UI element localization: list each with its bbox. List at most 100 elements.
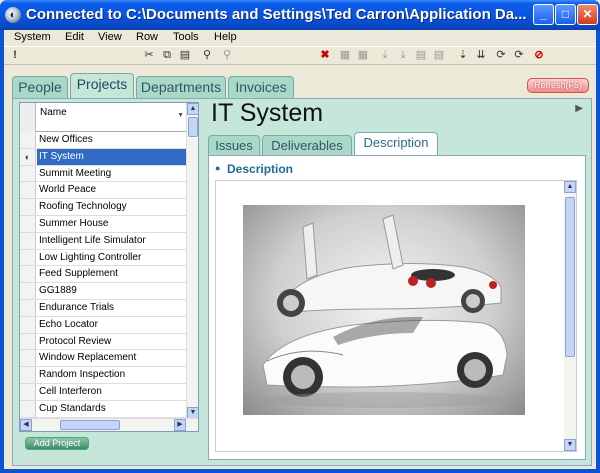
grid-icon[interactable]: ▦ [338, 48, 352, 62]
scroll-up-icon[interactable]: ▲ [187, 103, 198, 115]
filter-icon[interactable]: ⇊ [474, 48, 488, 62]
list-item[interactable]: ◐ IT System [20, 148, 187, 166]
list-item[interactable]: Cell Interferon [20, 383, 187, 401]
list-item[interactable]: Cup Standards [20, 400, 187, 418]
menu-system[interactable]: System [14, 31, 51, 43]
projects-list[interactable]: Name ▼ New Offices ◐ IT System Summit Meeti… [19, 102, 199, 432]
row-gutter[interactable] [20, 283, 36, 299]
list-item[interactable]: Protocol Review [20, 333, 187, 351]
maximize-button[interactable]: □ [555, 4, 576, 25]
close-button[interactable]: ✕ [577, 4, 598, 25]
pin-disabled-icon[interactable]: ⚲ [220, 48, 234, 62]
refresh-cycle-alt-icon[interactable]: ⟳ [512, 48, 526, 62]
menu-view[interactable]: View [98, 31, 122, 43]
tab-description[interactable]: Description [354, 132, 438, 155]
list-item[interactable]: Feed Supplement [20, 266, 187, 284]
description-scroll-up-icon[interactable]: ▲ [564, 181, 576, 193]
list-item-label: Protocol Review [39, 335, 112, 347]
tab-departments[interactable]: Departments [136, 76, 226, 98]
list-item[interactable]: Random Inspection [20, 367, 187, 384]
tab-issues[interactable]: Issues [208, 135, 260, 155]
row-gutter[interactable] [20, 383, 36, 400]
list-item[interactable]: Window Replacement [20, 350, 187, 368]
menu-edit[interactable]: Edit [65, 31, 84, 43]
row-gutter[interactable] [20, 350, 36, 367]
description-scroll-thumb[interactable] [565, 197, 575, 357]
list-item[interactable]: Summit Meeting [20, 165, 187, 183]
description-content[interactable]: ▲ ▼ [215, 180, 577, 452]
list-item[interactable]: GG1889 [20, 283, 187, 300]
list-item[interactable]: Low Lighting Controller [20, 249, 187, 267]
row-gutter[interactable] [20, 132, 36, 148]
list-item[interactable]: New Offices [20, 132, 187, 149]
row-gutter[interactable] [20, 333, 36, 350]
row-gutter[interactable] [20, 215, 36, 232]
list-item[interactable]: Intelligent Life Simulator [20, 232, 187, 250]
no-link-icon[interactable]: ⊘ [532, 48, 546, 62]
table-icon[interactable]: ▤ [414, 48, 428, 62]
list-header[interactable]: Name ▼ [20, 103, 187, 132]
scroll-left-icon[interactable]: ◀ [20, 419, 32, 431]
row-gutter[interactable] [20, 165, 36, 182]
list-horizontal-scrollbar[interactable]: ◀ ▶ [20, 418, 198, 431]
list-rows: New Offices ◐ IT System Summit Meeting World… [20, 132, 187, 418]
list-item-label: Low Lighting Controller [39, 251, 142, 263]
refresh-cycle-icon[interactable]: ⟳ [494, 48, 508, 62]
scroll-thumb[interactable] [188, 117, 198, 137]
exclamation-icon[interactable]: ! [8, 48, 22, 62]
pin-icon[interactable]: ⚲ [200, 48, 214, 62]
menu-row[interactable]: Row [136, 31, 158, 43]
list-item-label: Summit Meeting [39, 167, 112, 179]
projects-panel: Name ▼ New Offices ◐ IT System Summit Meeti… [12, 98, 592, 466]
row-gutter[interactable] [20, 299, 36, 316]
list-vertical-scrollbar[interactable]: ▲ ▼ [186, 103, 198, 419]
description-vertical-scrollbar[interactable]: ▲ ▼ [564, 181, 576, 451]
header-gutter [20, 103, 36, 132]
expand-arrow-icon[interactable]: ▶ [575, 103, 583, 114]
list-item-label: Echo Locator [39, 318, 98, 330]
row-gutter[interactable] [20, 232, 36, 249]
add-project-button[interactable]: Add Project [25, 437, 89, 450]
list-item[interactable]: Summer House [20, 215, 187, 233]
sort-icon[interactable]: ⇣ [456, 48, 470, 62]
table-alt-icon[interactable]: ▤ [432, 48, 446, 62]
minimize-button[interactable]: _ [533, 4, 554, 25]
tab-invoices[interactable]: Invoices [228, 76, 294, 98]
paste-icon[interactable]: ▤ [178, 48, 192, 62]
list-item[interactable]: World Peace [20, 182, 187, 200]
client-area: System Edit View Row Tools Help ! ✂ ⧉ ▤ … [4, 30, 596, 469]
list-item[interactable]: Echo Locator [20, 316, 187, 334]
name-column-header[interactable]: Name [40, 107, 67, 118]
delete-row-icon[interactable]: ✖ [318, 48, 332, 62]
tab-people[interactable]: People [12, 76, 68, 98]
row-gutter[interactable] [20, 249, 36, 266]
row-gutter[interactable] [20, 367, 36, 383]
app-icon[interactable]: ◐ [5, 7, 21, 23]
refresh-button[interactable]: Refresh(F5) [527, 78, 589, 93]
list-item-label: Roofing Technology [39, 201, 127, 213]
description-scroll-down-icon[interactable]: ▼ [564, 439, 576, 451]
insert-row-icon[interactable]: ⤓ [378, 48, 392, 62]
row-gutter[interactable] [20, 316, 36, 333]
menu-tools[interactable]: Tools [173, 31, 199, 43]
row-gutter[interactable] [20, 199, 36, 215]
row-gutter[interactable] [20, 266, 36, 283]
cut-icon[interactable]: ✂ [142, 48, 156, 62]
list-item-label: Random Inspection [39, 369, 126, 381]
sort-arrow-icon[interactable]: ▼ [177, 112, 184, 119]
row-gutter[interactable] [20, 182, 36, 199]
list-item[interactable]: Roofing Technology [20, 199, 187, 216]
list-item[interactable]: Endurance Trials [20, 299, 187, 317]
row-selector-icon[interactable]: ◐ [20, 148, 36, 165]
horizontal-scroll-thumb[interactable] [60, 420, 120, 430]
grid-alt-icon[interactable]: ▦ [356, 48, 370, 62]
title-bar[interactable]: ◐ Connected to C:\Documents and Settings… [0, 0, 600, 30]
list-item-label: Cup Standards [39, 402, 106, 414]
copy-icon[interactable]: ⧉ [160, 48, 174, 62]
row-gutter[interactable] [20, 400, 36, 417]
tab-deliverables[interactable]: Deliverables [262, 135, 352, 155]
scroll-right-icon[interactable]: ▶ [174, 419, 186, 431]
move-down-icon[interactable]: ⤓ [396, 48, 410, 62]
tab-projects[interactable]: Projects [70, 73, 134, 98]
menu-help[interactable]: Help [214, 31, 237, 43]
